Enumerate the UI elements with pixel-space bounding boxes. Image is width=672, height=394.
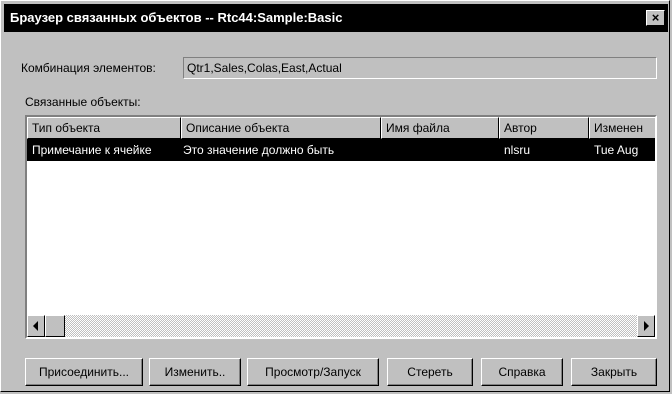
table-row[interactable]: Примечание к ячейке Это значение должно … — [27, 139, 655, 161]
scroll-left-icon — [33, 321, 38, 331]
edit-button[interactable]: Изменить.. — [149, 358, 241, 386]
scroll-right-button[interactable] — [637, 315, 655, 337]
view-run-button[interactable]: Просмотр/Запуск — [247, 358, 379, 386]
linked-objects-list[interactable]: Тип объекта Описание объекта Имя файла А… — [25, 115, 657, 339]
column-header-type[interactable]: Тип объекта — [27, 117, 181, 139]
scroll-thumb[interactable] — [45, 315, 65, 337]
close-icon: × — [651, 10, 660, 25]
combination-label: Комбинация элементов: — [21, 61, 156, 75]
column-header-modified[interactable]: Изменен — [589, 117, 655, 139]
horizontal-scrollbar[interactable] — [27, 315, 655, 337]
window-title: Браузер связанных объектов -- Rtc44:Samp… — [10, 10, 343, 25]
close-window-button[interactable]: × — [646, 10, 665, 26]
cell-type: Примечание к ячейке — [32, 143, 152, 157]
cell-description: Это значение должно быть — [183, 143, 335, 157]
title-bar: Браузер связанных объектов -- Rtc44:Samp… — [4, 4, 668, 32]
combination-field: Qtr1,Sales,Colas,East,Actual — [183, 57, 657, 79]
help-button[interactable]: Справка — [481, 358, 563, 386]
column-header-filename[interactable]: Имя файла — [381, 117, 499, 139]
column-header-description[interactable]: Описание объекта — [181, 117, 381, 139]
column-header-author[interactable]: Автор — [499, 117, 589, 139]
attach-button[interactable]: Присоединить... — [25, 358, 143, 386]
delete-button[interactable]: Стереть — [387, 358, 473, 386]
scroll-right-icon — [644, 321, 649, 331]
cell-author: nlsru — [504, 143, 531, 157]
linked-objects-window: Браузер связанных объектов -- Rtc44:Samp… — [0, 0, 670, 392]
close-button[interactable]: Закрыть — [571, 358, 657, 386]
linked-objects-label: Связанные объекты: — [25, 95, 141, 109]
scroll-left-button[interactable] — [27, 315, 45, 337]
cell-modified: Tue Aug — [594, 143, 639, 157]
cell-filename — [381, 139, 499, 161]
